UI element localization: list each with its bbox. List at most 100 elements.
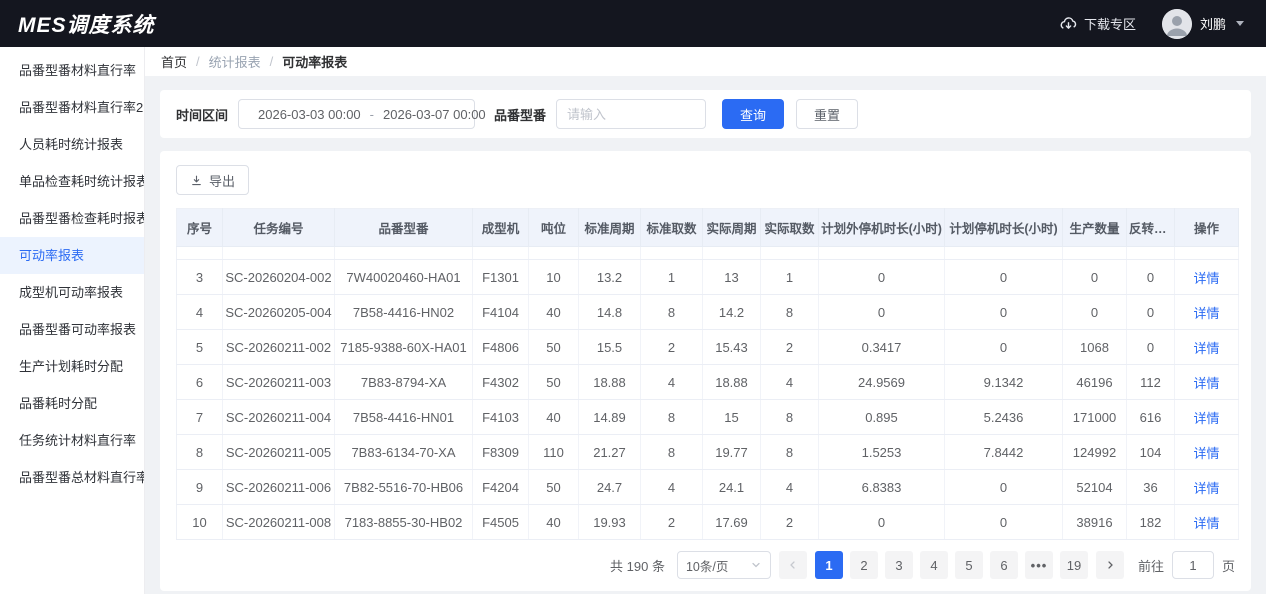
table-cell-action: 详情 — [1175, 400, 1239, 435]
table-cell: 13 — [703, 260, 761, 295]
table-cell: 0 — [1127, 295, 1175, 330]
table-cell: 15.43 — [703, 330, 761, 365]
page-button[interactable]: 19 — [1060, 551, 1088, 579]
detail-link[interactable]: 详情 — [1193, 306, 1219, 321]
pagination-pages: 123456•••19 — [815, 551, 1088, 579]
col-header-action: 操作 — [1175, 209, 1239, 247]
download-zone-label: 下载专区 — [1084, 14, 1136, 33]
table-cell: 9 — [177, 470, 223, 505]
table-cell: 9.1342 — [945, 365, 1063, 400]
sidebar-item[interactable]: 品番型番材料直行率 — [0, 52, 144, 89]
table-cell: 18.88 — [703, 365, 761, 400]
sidebar-item[interactable]: 成型机可动率报表 — [0, 274, 144, 311]
table-cell: SC-20260211-008 — [223, 505, 335, 540]
detail-link[interactable]: 详情 — [1193, 516, 1219, 531]
detail-link[interactable]: 详情 — [1193, 271, 1219, 286]
table-row: 9SC-20260211-0067B82-5516-70-HB06F420450… — [177, 470, 1239, 505]
export-button[interactable]: 导出 — [176, 165, 249, 195]
table-cell: 50 — [529, 330, 579, 365]
table-cell: 7B83-8794-XA — [335, 365, 473, 400]
sidebar: 品番型番材料直行率品番型番材料直行率2人员耗时统计报表单品检查耗时统计报表品番型… — [0, 47, 145, 594]
table-cell: 19.93 — [579, 505, 641, 540]
sidebar-item[interactable]: 可动率报表 — [0, 237, 144, 274]
col-header-task-no: 任务编号 — [223, 209, 335, 247]
detail-link[interactable]: 详情 — [1193, 341, 1219, 356]
table-cell: 6.8383 — [819, 470, 945, 505]
page-more-button[interactable]: ••• — [1025, 551, 1053, 579]
table-cell: 1.5253 — [819, 435, 945, 470]
table-cell: 182 — [1127, 505, 1175, 540]
search-button[interactable]: 查询 — [722, 99, 784, 129]
prev-page-button[interactable] — [779, 551, 807, 579]
table-cell: 0 — [945, 330, 1063, 365]
table-body: 3SC-20260204-0027W40020460-HA01F13011013… — [177, 247, 1239, 540]
username: 刘鹏 — [1200, 14, 1226, 33]
table-cell: F4505 — [473, 505, 529, 540]
table-cell: 7B58-4416-HN01 — [335, 400, 473, 435]
table-cell — [641, 247, 703, 260]
table-cell: 0.895 — [819, 400, 945, 435]
detail-link[interactable]: 详情 — [1193, 411, 1219, 426]
table-cell: 4 — [641, 470, 703, 505]
table-row: 6SC-20260211-0037B83-8794-XAF43025018.88… — [177, 365, 1239, 400]
table-cell: 4 — [641, 365, 703, 400]
detail-link[interactable]: 详情 — [1193, 481, 1219, 496]
page-size-select[interactable]: 10条/页 — [677, 551, 771, 579]
table-cell: 0 — [945, 295, 1063, 330]
table-cell — [1063, 247, 1127, 260]
user-menu[interactable]: 刘鹏 — [1162, 9, 1244, 39]
table-cell: F4302 — [473, 365, 529, 400]
col-header-actual-count: 实际取数 — [761, 209, 819, 247]
sidebar-item[interactable]: 品番型番材料直行率2 — [0, 89, 144, 126]
sidebar-item[interactable]: 单品检查耗时统计报表 — [0, 163, 144, 200]
sidebar-item[interactable]: 品番型番检查耗时报表 — [0, 200, 144, 237]
page-button[interactable]: 1 — [815, 551, 843, 579]
download-zone-link[interactable]: 下载专区 — [1060, 14, 1136, 33]
table-cell: 8 — [761, 435, 819, 470]
date-range-picker[interactable]: 2026-03-03 00:00 - 2026-03-07 00:00 — [238, 99, 475, 129]
detail-link[interactable]: 详情 — [1193, 446, 1219, 461]
table-cell: 0 — [1063, 260, 1127, 295]
part-number-input[interactable] — [556, 99, 706, 129]
table-header-row: 序号 任务编号 品番型番 成型机 吨位 标准周期 标准取数 实际周期 实际取数 … — [177, 209, 1239, 247]
table-cell: 19.77 — [703, 435, 761, 470]
sidebar-item[interactable]: 任务统计材料直行率 — [0, 422, 144, 459]
goto-label: 前往 — [1138, 556, 1164, 575]
page-button[interactable]: 2 — [850, 551, 878, 579]
header-right: 下载专区 刘鹏 — [1060, 9, 1244, 39]
table-cell-action: 详情 — [1175, 260, 1239, 295]
sidebar-item[interactable]: 人员耗时统计报表 — [0, 126, 144, 163]
table-cell: F4806 — [473, 330, 529, 365]
table-row: 3SC-20260204-0027W40020460-HA01F13011013… — [177, 260, 1239, 295]
table-cell: 1 — [641, 260, 703, 295]
table-cell — [761, 247, 819, 260]
chevron-left-icon — [787, 559, 799, 571]
page-button[interactable]: 4 — [920, 551, 948, 579]
page-button[interactable]: 3 — [885, 551, 913, 579]
sidebar-item[interactable]: 生产计划耗时分配 — [0, 348, 144, 385]
goto-suffix: 页 — [1222, 556, 1235, 575]
app-logo[interactable]: MES调度系统 — [18, 9, 155, 39]
next-page-button[interactable] — [1096, 551, 1124, 579]
download-icon — [190, 174, 203, 187]
table-cell: 4 — [761, 470, 819, 505]
table-cell: 0 — [1127, 260, 1175, 295]
sidebar-item[interactable]: 品番型番总材料直行率 — [0, 459, 144, 496]
table-cell: 0 — [819, 505, 945, 540]
report-table: 序号 任务编号 品番型番 成型机 吨位 标准周期 标准取数 实际周期 实际取数 … — [176, 208, 1239, 540]
sidebar-item[interactable]: 品番型番可动率报表 — [0, 311, 144, 348]
table-cell: 21.27 — [579, 435, 641, 470]
sidebar-item[interactable]: 品番耗时分配 — [0, 385, 144, 422]
goto-page-input[interactable] — [1172, 551, 1214, 579]
col-header-std-cycle: 标准周期 — [579, 209, 641, 247]
table-cell: 2 — [761, 330, 819, 365]
table-cell: 50 — [529, 365, 579, 400]
reset-button[interactable]: 重置 — [796, 99, 858, 129]
page-button[interactable]: 5 — [955, 551, 983, 579]
table-cell: 17.69 — [703, 505, 761, 540]
breadcrumb-home[interactable]: 首页 — [161, 52, 187, 71]
table-cell-action: 详情 — [1175, 365, 1239, 400]
detail-link[interactable]: 详情 — [1193, 376, 1219, 391]
page-button[interactable]: 6 — [990, 551, 1018, 579]
table-cell: 0 — [945, 505, 1063, 540]
